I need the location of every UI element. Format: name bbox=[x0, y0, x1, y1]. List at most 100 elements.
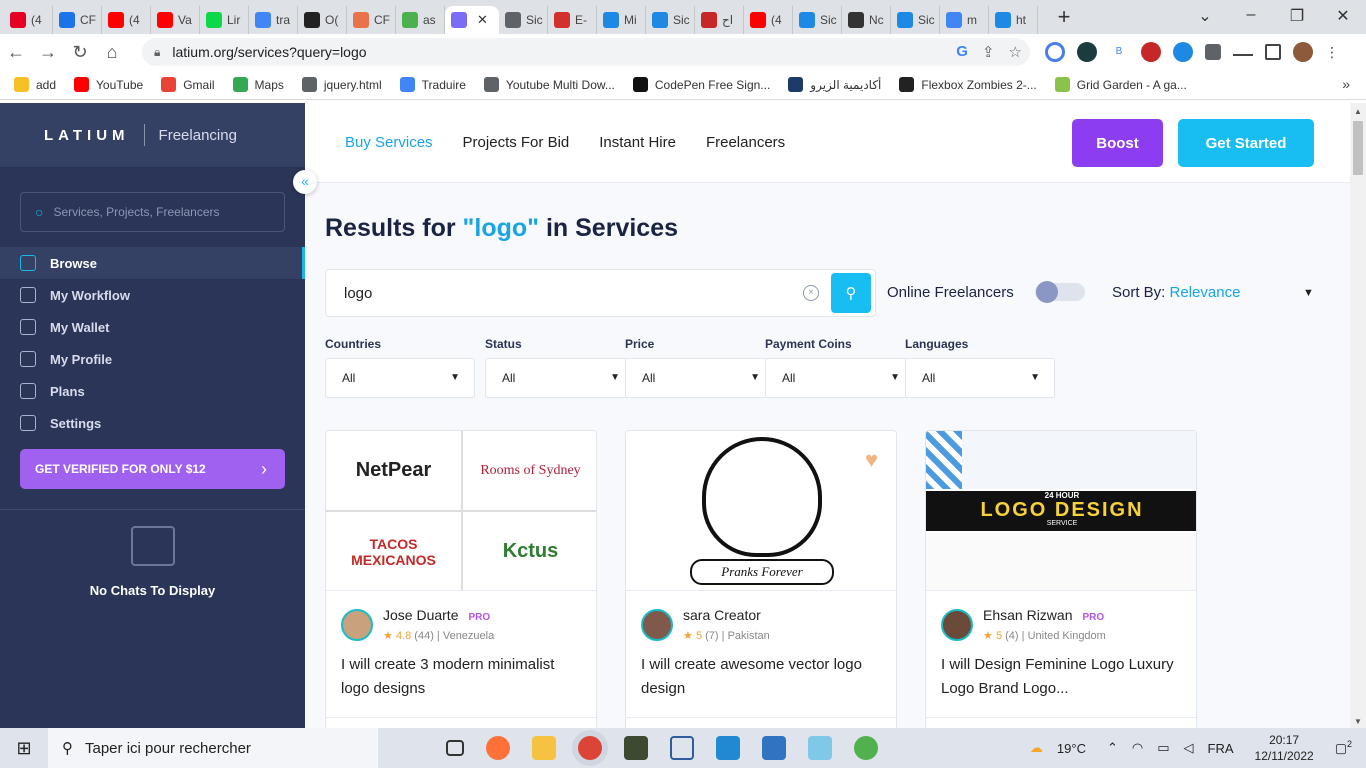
network-icon[interactable]: ◠ bbox=[1132, 740, 1143, 756]
browser-tab[interactable]: ✕ bbox=[445, 6, 499, 34]
filter-select[interactable]: All ▼ bbox=[905, 358, 1055, 398]
browser-tab[interactable]: Sic bbox=[646, 6, 695, 34]
freelancer-name[interactable]: sara Creator bbox=[683, 607, 761, 623]
browser-tab[interactable]: E- bbox=[548, 6, 597, 34]
browser-tab[interactable]: tra bbox=[249, 6, 298, 34]
bookmark-item[interactable]: Youtube Multi Dow... bbox=[483, 77, 615, 92]
maximize-button[interactable]: ❐ bbox=[1274, 6, 1320, 26]
extension-icon[interactable] bbox=[1173, 42, 1193, 62]
url-text[interactable]: latium.org/services?query=logo bbox=[172, 44, 366, 60]
avatar[interactable] bbox=[1293, 42, 1313, 62]
chevron-up-icon[interactable]: ⌃ bbox=[1107, 740, 1118, 756]
search-button[interactable]: ⚲ bbox=[831, 273, 871, 313]
windows-start-icon[interactable]: ⊞ bbox=[0, 738, 48, 759]
service-card[interactable]: 24 HOUR LOGO DESIGN SERVICE Ehsan Rizwan PRO… bbox=[925, 430, 1197, 728]
weather-temp[interactable]: 19°C bbox=[1057, 741, 1086, 756]
sidebar-search-input[interactable]: ○ Services, Projects, Freelancers bbox=[20, 192, 285, 232]
browser-tab[interactable]: Sic bbox=[499, 6, 548, 34]
star-icon[interactable]: ☆ bbox=[1009, 43, 1022, 61]
bookmark-item[interactable]: Grid Garden - A ga... bbox=[1054, 77, 1187, 92]
nav-link-freelancers[interactable]: Freelancers bbox=[706, 134, 785, 151]
notification-icon[interactable]: ▢2 bbox=[1335, 739, 1352, 756]
chevron-right-icon[interactable]: » bbox=[1342, 76, 1350, 92]
freelancer-name[interactable]: Jose Duarte PRO bbox=[383, 607, 490, 623]
volume-icon[interactable]: ◁ bbox=[1184, 740, 1194, 756]
freelancer-name-text[interactable]: Ehsan Rizwan bbox=[983, 607, 1073, 623]
chevron-down-icon[interactable]: ⌄ bbox=[1182, 6, 1228, 26]
forward-button[interactable]: → bbox=[32, 42, 64, 63]
browser-tab[interactable]: Sic bbox=[891, 6, 940, 34]
bookmark-item[interactable]: add bbox=[14, 77, 56, 92]
service-card[interactable]: NetPear Rooms of Sydney TACOS MEXICANOS Kct… bbox=[325, 430, 597, 728]
latium-logo[interactable]: LATIUM bbox=[44, 127, 130, 144]
menu-icon[interactable]: ⋮ bbox=[1325, 42, 1339, 62]
language-indicator[interactable]: FRA bbox=[1208, 741, 1234, 756]
freelancer-name[interactable]: Ehsan Rizwan PRO bbox=[983, 607, 1104, 623]
bookmark-item[interactable]: jquery.html bbox=[301, 77, 382, 92]
extension-icon[interactable] bbox=[1045, 42, 1065, 62]
boost-button[interactable]: Boost bbox=[1072, 119, 1163, 167]
minimize-button[interactable]: – bbox=[1228, 6, 1274, 26]
sort-value[interactable]: Relevance bbox=[1170, 284, 1241, 301]
browser-tab[interactable]: CF bbox=[347, 6, 396, 34]
omnibox[interactable]: 🔒︎ latium.org/services?query=logo G ⇪ ☆ bbox=[142, 38, 1030, 66]
browser-tab[interactable]: (4 bbox=[102, 6, 151, 34]
bookmark-item[interactable]: Gmail bbox=[161, 77, 215, 92]
media-icon[interactable] bbox=[1233, 42, 1253, 56]
nav-link-projects-for-bid[interactable]: Projects For Bid bbox=[463, 134, 570, 151]
paint-icon[interactable] bbox=[854, 736, 878, 760]
clock[interactable]: 20:17 12/11/2022 bbox=[1255, 732, 1314, 764]
battery-icon[interactable]: ▭ bbox=[1157, 740, 1169, 756]
browser-tab[interactable]: اح bbox=[695, 6, 744, 34]
avatar[interactable] bbox=[641, 609, 673, 641]
browser-tab[interactable]: as bbox=[396, 6, 445, 34]
caret-down-icon[interactable]: ▼ bbox=[1303, 287, 1314, 299]
nav-link-buy-services[interactable]: Buy Services bbox=[345, 134, 433, 151]
browser-tab[interactable]: Va bbox=[151, 6, 200, 34]
scrollbar-thumb[interactable] bbox=[1353, 121, 1363, 175]
extension-icon[interactable] bbox=[1077, 42, 1097, 62]
puzzle-icon[interactable] bbox=[1205, 44, 1221, 60]
vscode-icon[interactable] bbox=[716, 736, 740, 760]
service-title[interactable]: I will create awesome vector logo design bbox=[641, 653, 886, 701]
reload-button[interactable]: ↻ bbox=[64, 42, 96, 63]
bookmark-item[interactable]: أكاديمية الزيرو bbox=[788, 77, 881, 92]
photos-icon[interactable] bbox=[762, 736, 786, 760]
service-image[interactable]: 24 HOUR LOGO DESIGN SERVICE bbox=[926, 431, 1196, 591]
bookmark-item[interactable]: Flexbox Zombies 2-... bbox=[899, 77, 1037, 92]
browser-tab[interactable]: Nc bbox=[842, 6, 891, 34]
sidepanel-icon[interactable] bbox=[1265, 44, 1281, 60]
taskbar-search-input[interactable]: ⚲ Taper ici pour rechercher bbox=[48, 728, 378, 768]
sidebar-item-settings[interactable]: Settings bbox=[0, 407, 305, 439]
freelancer-name-text[interactable]: Jose Duarte bbox=[383, 607, 458, 623]
browser-tab[interactable]: (4 bbox=[744, 6, 793, 34]
firefox-icon[interactable] bbox=[486, 736, 510, 760]
extension-icon[interactable] bbox=[1141, 42, 1161, 62]
extension-icon[interactable]: B bbox=[1109, 42, 1129, 62]
service-title[interactable]: I will Design Feminine Logo Luxury Logo … bbox=[941, 653, 1186, 701]
bookmark-item[interactable]: Traduire bbox=[399, 77, 466, 92]
browser-tab[interactable]: ht bbox=[989, 6, 1038, 34]
freelancer-name-text[interactable]: sara Creator bbox=[683, 607, 761, 623]
close-window-button[interactable]: ✕ bbox=[1320, 6, 1366, 26]
sidebar-item-my-wallet[interactable]: My Wallet bbox=[0, 311, 305, 343]
app-icon[interactable] bbox=[808, 736, 832, 760]
avatar[interactable] bbox=[941, 609, 973, 641]
sidebar-item-my-profile[interactable]: My Profile bbox=[0, 343, 305, 375]
browser-tab[interactable]: Lir bbox=[200, 6, 249, 34]
close-tab-icon[interactable]: ✕ bbox=[477, 12, 488, 28]
avatar[interactable] bbox=[341, 609, 373, 641]
filter-select[interactable]: All ▼ bbox=[625, 358, 775, 398]
scroll-up-icon[interactable]: ▲ bbox=[1354, 107, 1362, 116]
heart-icon[interactable]: ♥ bbox=[865, 447, 878, 473]
filter-select[interactable]: All ▼ bbox=[325, 358, 475, 398]
sidebar-item-plans[interactable]: Plans bbox=[0, 375, 305, 407]
home-button[interactable]: ⌂ bbox=[96, 42, 128, 63]
search-input[interactable]: logo × ⚲ bbox=[325, 269, 876, 317]
browser-tab[interactable]: Mi bbox=[597, 6, 646, 34]
browser-tab[interactable]: Sic bbox=[793, 6, 842, 34]
task-view-icon[interactable] bbox=[446, 740, 464, 756]
scroll-down-icon[interactable]: ▼ bbox=[1354, 717, 1362, 726]
back-button[interactable]: ← bbox=[0, 42, 32, 63]
browser-tab[interactable]: m bbox=[940, 6, 989, 34]
